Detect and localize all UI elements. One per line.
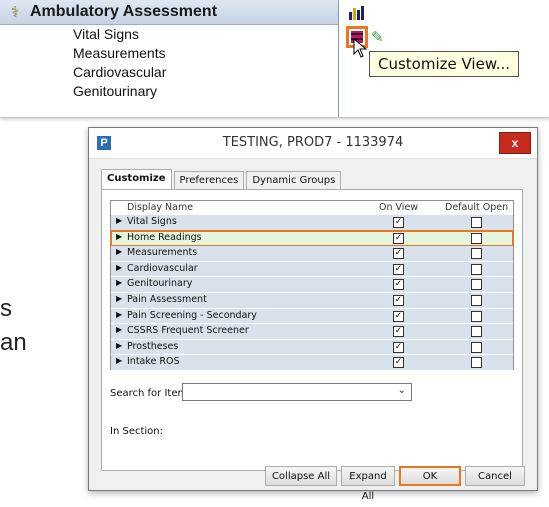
band-item[interactable]: Measurements bbox=[0, 44, 338, 63]
column-header-display-name[interactable]: Display Name bbox=[127, 202, 193, 213]
expand-arrow-icon[interactable]: ▶ bbox=[116, 325, 122, 334]
expand-arrow-icon[interactable]: ▶ bbox=[116, 341, 122, 350]
default-open-checkbox[interactable] bbox=[471, 341, 482, 353]
on-view-checkbox[interactable]: ✓ bbox=[393, 310, 404, 322]
on-view-checkbox[interactable]: ✓ bbox=[393, 326, 404, 338]
customize-view-tooltip: Customize View... bbox=[369, 51, 520, 77]
column-header-default-open[interactable]: Default Open bbox=[445, 202, 508, 213]
default-open-checkbox[interactable] bbox=[471, 279, 482, 291]
chevron-down-icon[interactable]: ⌄ bbox=[398, 385, 406, 396]
row-display-name: Vital Signs bbox=[127, 216, 177, 227]
default-open-checkbox[interactable] bbox=[471, 326, 482, 338]
tab-strip: Customize Preferences Dynamic Groups bbox=[101, 169, 343, 191]
dialog-body: Customize Preferences Dynamic Groups Dis… bbox=[89, 159, 537, 502]
band-header-title: Ambulatory Assessment bbox=[30, 3, 218, 20]
expand-arrow-icon[interactable]: ▶ bbox=[116, 356, 122, 365]
default-open-checkbox[interactable] bbox=[471, 263, 482, 275]
on-view-checkbox[interactable]: ✓ bbox=[393, 279, 404, 291]
caduceus-icon: ⚕ bbox=[10, 4, 20, 21]
tab-preferences[interactable]: Preferences bbox=[173, 171, 245, 191]
in-section-label: In Section: bbox=[110, 426, 163, 437]
background-text-fragment: s bbox=[0, 295, 12, 322]
default-open-checkbox[interactable] bbox=[471, 248, 482, 260]
band-list: ⚕ Ambulatory Assessment Vital Signs Meas… bbox=[0, 0, 339, 117]
bar-chart-icon[interactable] bbox=[349, 4, 367, 20]
row-display-name: Measurements bbox=[127, 247, 198, 259]
customize-tab-panel: Display Name On View Default Open ▶ Vital… bbox=[101, 189, 523, 471]
on-view-checkbox[interactable]: ✓ bbox=[393, 357, 404, 369]
grid-row[interactable]: ▶ Intake ROS ✓ bbox=[111, 355, 513, 371]
on-view-checkbox[interactable]: ✓ bbox=[393, 217, 404, 228]
expand-arrow-icon[interactable]: ▶ bbox=[116, 232, 122, 241]
row-display-name: CSSRS Frequent Screener bbox=[127, 325, 249, 337]
expand-all-button[interactable]: Expand All bbox=[341, 466, 395, 502]
grid-row[interactable]: ▶ Prostheses ✓ bbox=[111, 339, 513, 356]
dialog-title: TESTING, PROD7 - 1133974 bbox=[222, 135, 404, 150]
collapse-all-button[interactable]: Collapse All bbox=[265, 466, 337, 486]
on-view-checkbox[interactable]: ✓ bbox=[393, 341, 404, 353]
row-display-name: Home Readings bbox=[127, 231, 202, 243]
grid-row[interactable]: ▶ Pain Assessment ✓ bbox=[111, 292, 513, 309]
mouse-cursor-icon bbox=[353, 38, 368, 58]
default-open-checkbox[interactable] bbox=[471, 294, 482, 306]
column-header-on-view[interactable]: On View bbox=[379, 202, 418, 213]
on-view-checkbox[interactable]: ✓ bbox=[393, 263, 404, 275]
row-display-name: Cardiovascular bbox=[127, 262, 198, 274]
expand-arrow-icon[interactable]: ▶ bbox=[116, 216, 122, 225]
expand-arrow-icon[interactable]: ▶ bbox=[116, 294, 122, 303]
grid-row[interactable]: ▶ Vital Signs ✓ bbox=[111, 215, 513, 231]
expand-arrow-icon[interactable]: ▶ bbox=[116, 278, 122, 287]
grid-row[interactable]: ▶ CSSRS Frequent Screener ✓ bbox=[111, 324, 513, 340]
search-label: Search for Item: bbox=[110, 388, 191, 399]
background-text-fragment: an bbox=[0, 329, 27, 356]
grid-row[interactable]: ▶ Home Readings ✓ bbox=[110, 229, 514, 248]
band-item[interactable]: Vital Signs bbox=[0, 25, 338, 44]
section-grid: Display Name On View Default Open ▶ Vital… bbox=[110, 200, 514, 371]
on-view-checkbox[interactable]: ✓ bbox=[393, 232, 404, 244]
expand-arrow-icon[interactable]: ▶ bbox=[116, 247, 122, 256]
row-display-name: Pain Assessment bbox=[127, 293, 207, 305]
pencil-icon[interactable]: ✎ bbox=[371, 28, 384, 46]
default-open-checkbox[interactable] bbox=[471, 217, 482, 228]
band-toolbar: ✎ Customize View... bbox=[339, 0, 549, 117]
close-button[interactable]: x bbox=[499, 132, 531, 154]
on-view-checkbox[interactable]: ✓ bbox=[393, 248, 404, 260]
row-display-name: Intake ROS bbox=[127, 356, 180, 368]
band-item[interactable]: Cardiovascular bbox=[0, 63, 338, 82]
expand-arrow-icon[interactable]: ▶ bbox=[116, 263, 122, 272]
row-display-name: Pain Screening - Secondary bbox=[127, 309, 257, 321]
grid-row[interactable]: ▶ Genitourinary ✓ bbox=[111, 277, 513, 293]
customize-dialog: P TESTING, PROD7 - 1133974 x Customize P… bbox=[88, 127, 538, 502]
default-open-checkbox[interactable] bbox=[471, 232, 482, 244]
grid-row[interactable]: ▶ Measurements ✓ bbox=[111, 246, 513, 262]
expand-arrow-icon[interactable]: ▶ bbox=[116, 310, 122, 319]
on-view-checkbox[interactable]: ✓ bbox=[393, 294, 404, 306]
tab-customize[interactable]: Customize bbox=[101, 169, 172, 189]
row-display-name: Genitourinary bbox=[127, 278, 193, 290]
band-list-panel: ⚕ Ambulatory Assessment Vital Signs Meas… bbox=[0, 0, 549, 118]
default-open-checkbox[interactable] bbox=[471, 310, 482, 322]
grid-rows: ▶ Vital Signs ✓ ▶ Home Readings ✓ ▶ Measurement… bbox=[110, 215, 514, 371]
grid-row[interactable]: ▶ Cardiovascular ✓ bbox=[111, 261, 513, 278]
band-header[interactable]: ⚕ Ambulatory Assessment bbox=[0, 0, 338, 25]
band-item[interactable]: Genitourinary bbox=[0, 82, 338, 101]
row-display-name: Prostheses bbox=[127, 340, 179, 352]
dialog-titlebar[interactable]: P TESTING, PROD7 - 1133974 x bbox=[89, 128, 537, 159]
default-open-checkbox[interactable] bbox=[471, 357, 482, 369]
cancel-button[interactable]: Cancel bbox=[465, 466, 525, 486]
tab-dynamic-groups[interactable]: Dynamic Groups bbox=[246, 171, 342, 191]
grid-row[interactable]: ▶ Pain Screening - Secondary ✓ bbox=[111, 308, 513, 325]
search-item-select[interactable]: ⌄ bbox=[182, 383, 412, 401]
ok-button[interactable]: OK bbox=[399, 466, 461, 486]
grid-header: Display Name On View Default Open bbox=[111, 201, 513, 215]
